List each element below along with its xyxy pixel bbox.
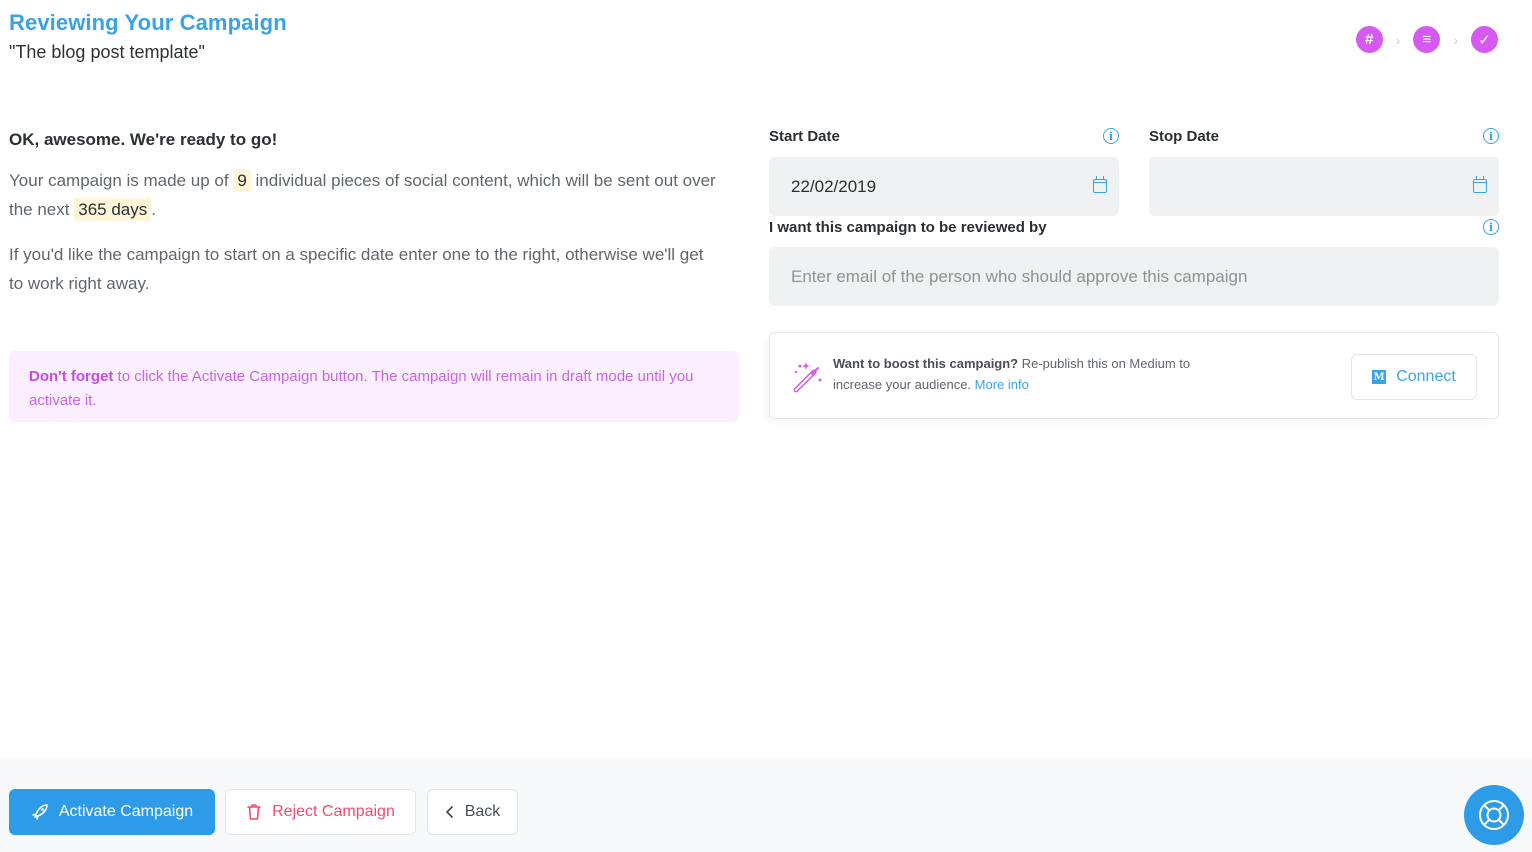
campaign-summary: OK, awesome. We're ready to go! Your cam… <box>9 126 741 298</box>
trash-icon <box>246 803 262 821</box>
pieces-count: 9 <box>233 169 251 192</box>
campaign-name: "The blog post template" <box>9 42 205 62</box>
connect-medium-button[interactable]: M Connect <box>1351 354 1477 400</box>
action-footer: Activate Campaign Reject Campaign Back <box>0 759 1532 852</box>
calendar-icon[interactable] <box>1093 176 1107 193</box>
campaign-description: Your campaign is made up of 9 individual… <box>9 166 741 224</box>
check-icon[interactable]: ✓ <box>1471 26 1498 53</box>
start-date-input[interactable]: 22/02/2019 <box>769 157 1119 216</box>
description-suffix: . <box>151 200 156 219</box>
reviewer-group: I want this campaign to be reviewed by i <box>769 219 1499 306</box>
boost-card: Want to boost this campaign? Re-publish … <box>769 332 1499 419</box>
notice-emphasis: Don't forget <box>29 368 114 385</box>
reviewer-label: I want this campaign to be reviewed by <box>769 219 1047 236</box>
back-label: Back <box>464 803 501 820</box>
stop-date-label: Stop Date <box>1149 128 1220 145</box>
info-icon[interactable]: i <box>1483 128 1499 144</box>
more-info-link[interactable]: More info <box>975 377 1029 392</box>
connect-label: Connect <box>1396 368 1456 385</box>
magic-wand-icon <box>793 362 822 393</box>
page-header: Reviewing Your Campaign "The blog post t… <box>9 10 287 63</box>
description-prefix: Your campaign is made up of <box>9 171 229 190</box>
campaign-duration: 365 days <box>74 198 152 221</box>
start-date-group: Start Date i 22/02/2019 <box>769 126 1119 216</box>
rocket-icon <box>31 803 49 821</box>
start-date-value: 22/02/2019 <box>791 176 877 196</box>
notice-text: to click the Activate Campaign button. T… <box>29 368 694 409</box>
info-icon[interactable]: i <box>1103 128 1119 144</box>
calendar-icon[interactable] <box>1473 176 1487 193</box>
chevron-left-icon <box>445 805 455 819</box>
reject-label: Reject Campaign <box>272 803 395 820</box>
activation-notice: Don't forget to click the Activate Campa… <box>9 351 739 422</box>
boost-description: Want to boost this campaign? Re-publish … <box>833 353 1233 395</box>
back-button[interactable]: Back <box>427 789 518 835</box>
hash-icon[interactable]: # <box>1355 26 1383 53</box>
boost-title: Want to boost this campaign? <box>833 356 1019 371</box>
medium-icon: M <box>1372 370 1387 384</box>
activate-label: Activate Campaign <box>58 803 194 820</box>
start-date-info: If you'd like the campaign to start on a… <box>9 245 704 293</box>
page-title: Reviewing Your Campaign <box>9 10 287 35</box>
step-indicator: # › ≡ › ✓ <box>1355 26 1498 53</box>
lifebuoy-icon <box>1479 800 1509 830</box>
ready-heading: OK, awesome. We're ready to go! <box>9 130 278 149</box>
help-button[interactable] <box>1464 785 1524 845</box>
info-icon[interactable]: i <box>1483 219 1499 235</box>
reviewer-email-input[interactable] <box>769 247 1499 306</box>
stop-date-group: Stop Date i <box>1149 126 1499 216</box>
reject-campaign-button[interactable]: Reject Campaign <box>225 789 416 835</box>
stop-date-input[interactable] <box>1149 157 1499 216</box>
list-icon[interactable]: ≡ <box>1413 26 1441 53</box>
start-date-label: Start Date <box>769 128 840 145</box>
chevron-right-icon: › <box>1395 31 1401 48</box>
chevron-right-icon: › <box>1453 31 1458 48</box>
activate-campaign-button[interactable]: Activate Campaign <box>9 789 215 835</box>
